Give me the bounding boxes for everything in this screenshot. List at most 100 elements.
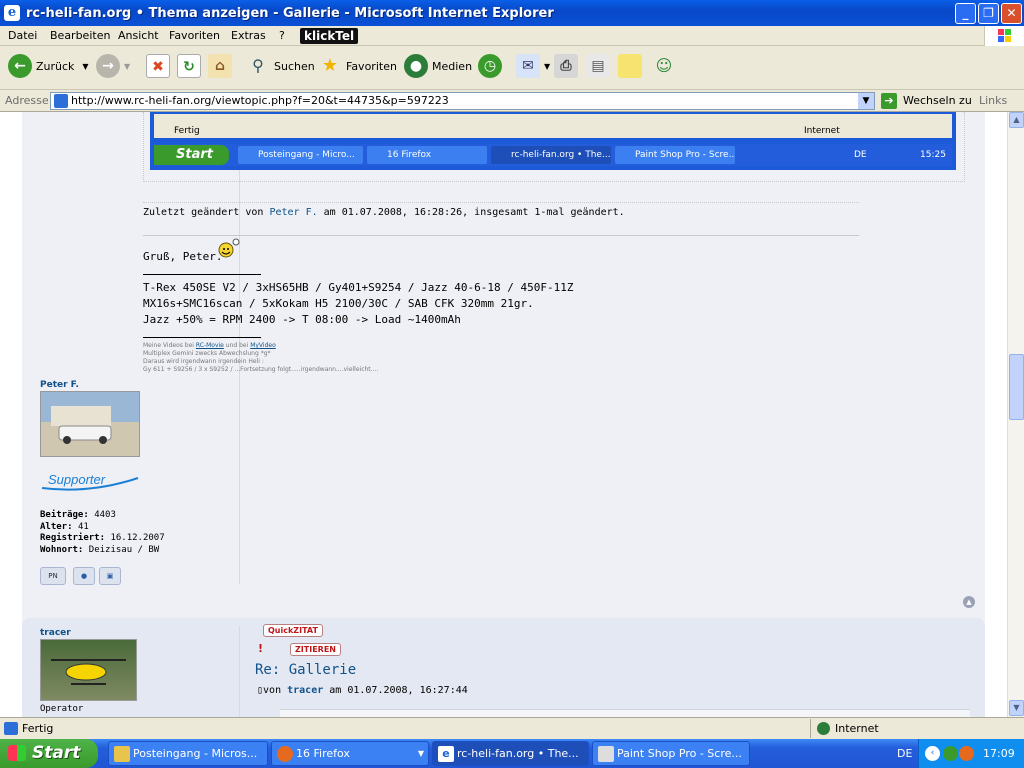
small-text: Meine Videos bei — [143, 342, 194, 349]
stat-label: Registriert: — [40, 533, 106, 543]
task-ie[interactable]: e rc-heli-fan.org • The... — [432, 741, 589, 766]
website-button[interactable]: ● — [73, 567, 95, 585]
back-dropdown-icon[interactable]: ▼ — [82, 62, 88, 71]
go-arrow-icon[interactable]: ➔ — [881, 93, 897, 109]
username-peter[interactable]: Peter F. — [40, 380, 79, 390]
print-button[interactable]: ⎙ — [554, 54, 582, 78]
by-user-link[interactable]: tracer — [287, 685, 323, 696]
embedded-status-right: Internet — [804, 126, 840, 136]
embedded-start: Start — [154, 145, 229, 165]
outlook-icon — [114, 746, 130, 762]
media-label: Medien — [432, 59, 473, 73]
forward-button[interactable]: → ▼ — [96, 54, 130, 78]
internet-zone-icon — [817, 722, 830, 735]
tray-firefox-icon[interactable] — [959, 746, 974, 761]
mail-dropdown-icon[interactable]: ▼ — [544, 62, 550, 71]
vertical-scrollbar[interactable]: ▲ ▼ — [1007, 112, 1024, 717]
rank-label: Operator — [40, 704, 84, 714]
taskbar: Start Posteingang - Micros... 16 Firefox… — [0, 739, 1024, 768]
scroll-top-icon[interactable]: ▲ — [963, 596, 975, 608]
mail-button[interactable]: ✉ ▼ — [516, 54, 550, 78]
menu-datei[interactable]: Datei — [8, 29, 37, 42]
edit-icon: ▤ — [586, 54, 610, 78]
globe-icon: ● — [80, 572, 88, 580]
stat-location: Wohnort: Deizisau / BW — [40, 545, 165, 557]
refresh-button[interactable]: ↻ — [177, 54, 205, 78]
tray-expand-icon[interactable]: ‹ — [925, 746, 940, 761]
language-indicator[interactable]: DE — [897, 747, 912, 760]
scroll-thumb[interactable] — [1009, 354, 1024, 420]
attached-screenshot[interactable]: Fertig Internet Start Posteingang - Micr… — [150, 112, 956, 170]
paintshop-icon — [598, 746, 614, 762]
home-button[interactable]: ⌂ — [208, 54, 236, 78]
edit-user-link[interactable]: Peter F. — [269, 207, 317, 218]
links-button[interactable]: Links — [979, 94, 1007, 107]
myvideo-link[interactable]: MyVideo — [250, 342, 276, 349]
system-tray: DE ‹ 17:09 — [897, 739, 1024, 768]
stat-label: Alter: — [40, 521, 73, 532]
search-button[interactable]: ⚲ Suchen — [246, 54, 315, 78]
menu-favoriten[interactable]: Favoriten — [169, 29, 220, 42]
address-input[interactable]: http://www.rc-heli-fan.org/viewtopic.php… — [50, 92, 875, 110]
menu-bearbeiten[interactable]: Bearbeiten — [50, 29, 110, 42]
stat-value: Deizisau / BW — [88, 544, 160, 555]
menu-ansicht[interactable]: Ansicht — [118, 29, 159, 42]
notes-button[interactable] — [618, 54, 646, 78]
post-tracer — [22, 618, 985, 717]
pm-button[interactable]: PN — [40, 567, 66, 585]
stat-label: Wohnort: — [40, 544, 84, 555]
quote-button[interactable]: ZITIEREN — [290, 643, 341, 656]
firefox-icon — [277, 746, 293, 762]
search-icon: ⚲ — [252, 56, 264, 75]
tray-app-icon[interactable] — [943, 746, 958, 761]
icq-button[interactable]: ▣ — [99, 567, 121, 585]
post-subject[interactable]: Re: Gallerie — [255, 662, 356, 678]
messenger-button[interactable]: ☺ — [652, 54, 680, 78]
favorites-label: Favoriten — [346, 59, 397, 73]
report-icon[interactable]: ! — [258, 642, 263, 655]
favorites-button[interactable]: ★ Favoriten — [318, 54, 397, 78]
zone-text: Internet — [835, 722, 879, 735]
address-url[interactable]: http://www.rc-heli-fan.org/viewtopic.php… — [71, 94, 449, 107]
rc-movie-link[interactable]: RC-Movie — [196, 342, 224, 349]
toolbar: ← Zurück ▼ → ▼ ✖ ↻ ⌂ ⚲ Suchen ★ Favorite… — [0, 46, 1024, 90]
task-label: Paint Shop Pro - Scre... — [617, 747, 742, 760]
scroll-down-icon[interactable]: ▼ — [1009, 700, 1024, 716]
by-date: am 01.07.2008, 16:27:44 — [329, 685, 468, 696]
task-firefox[interactable]: 16 Firefox ▼ — [271, 741, 429, 766]
user-stats: Beiträge: 4403 Alter: 41 Registriert: 16… — [40, 510, 165, 556]
stat-age: Alter: 41 — [40, 522, 165, 534]
start-button[interactable]: Start — [0, 739, 98, 768]
back-button[interactable]: ← Zurück ▼ — [8, 54, 89, 78]
quickquote-button[interactable]: QuickZITAT — [263, 624, 323, 637]
sig-small-line: Gy 611 + S9256 / 3 x S9252 / ...Fortsetz… — [143, 366, 379, 373]
avatar — [40, 391, 140, 457]
windows-flag-icon — [8, 745, 26, 761]
close-button[interactable]: ✕ — [1001, 3, 1022, 24]
username-tracer[interactable]: tracer — [40, 628, 71, 638]
stop-button[interactable]: ✖ — [146, 54, 174, 78]
back-arrow-icon: ← — [8, 54, 32, 78]
edit-button[interactable]: ▤ — [586, 54, 614, 78]
restore-button[interactable]: ❐ — [978, 3, 999, 24]
minimize-button[interactable]: _ — [955, 3, 976, 24]
task-paintshop[interactable]: Paint Shop Pro - Scre... — [592, 741, 750, 766]
klicktel-logo[interactable]: klickTel — [300, 28, 359, 44]
forward-dropdown-icon[interactable]: ▼ — [124, 62, 130, 71]
edit-note: Zuletzt geändert von Peter F. am 01.07.2… — [143, 207, 625, 218]
media-button[interactable]: ● Medien — [404, 54, 472, 78]
embedded-task: rc-heli-fan.org • The... — [491, 146, 611, 164]
scroll-up-icon[interactable]: ▲ — [1009, 112, 1024, 128]
menu-help[interactable]: ? — [279, 29, 285, 42]
history-button[interactable]: ◷ — [478, 54, 506, 78]
task-outlook[interactable]: Posteingang - Micros... — [108, 741, 268, 766]
menu-extras[interactable]: Extras — [231, 29, 266, 42]
embedded-statusbar: Fertig Internet — [154, 114, 952, 138]
group-dropdown-icon: ▼ — [417, 749, 424, 758]
clock: 17:09 — [983, 747, 1015, 760]
address-dropdown-icon[interactable]: ▼ — [858, 93, 874, 109]
task-label: Posteingang - Micros... — [133, 747, 258, 760]
embedded-lang: DE — [854, 150, 867, 160]
go-button[interactable]: Wechseln zu — [903, 94, 972, 107]
refresh-icon: ↻ — [177, 54, 201, 78]
